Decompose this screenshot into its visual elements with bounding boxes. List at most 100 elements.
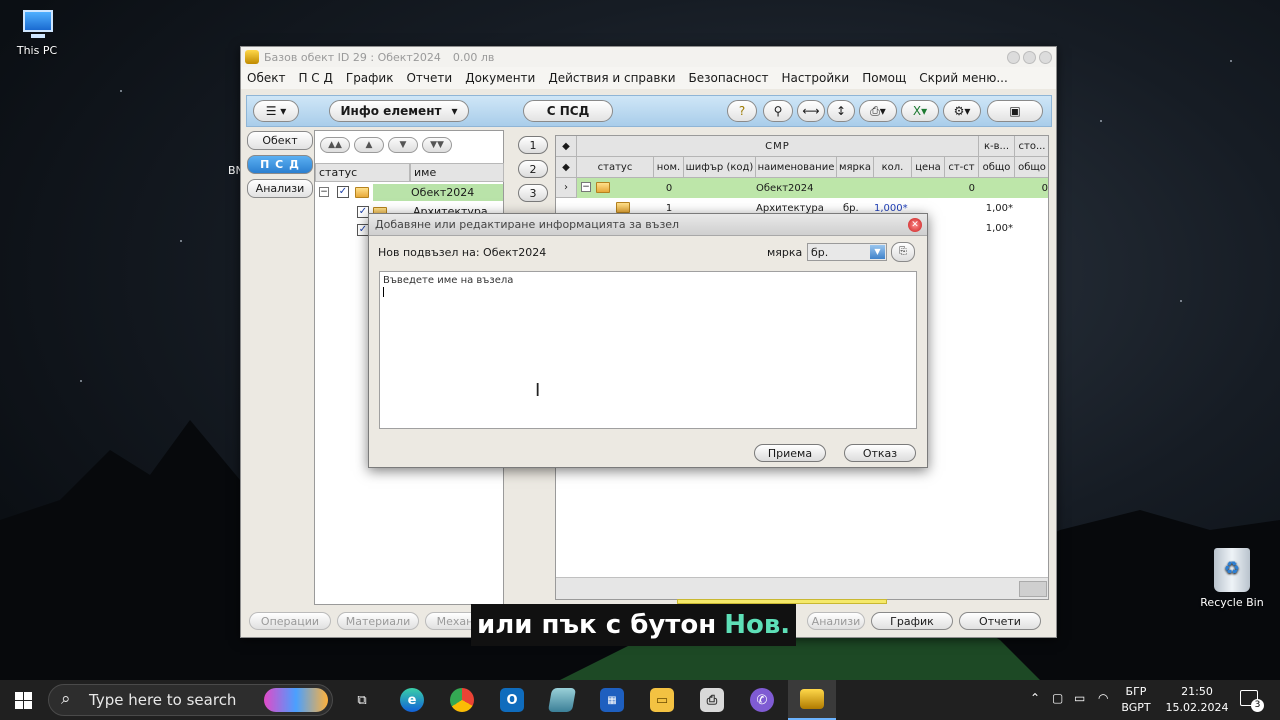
collapse-all-icon[interactable]: ▲▲ [320,137,350,153]
col-total-1[interactable]: общо [979,157,1015,178]
col-num[interactable]: ном. [654,157,684,178]
gear-icon[interactable]: ⚙▾ [943,100,981,122]
menu-hide[interactable]: Скрий меню... [919,71,1007,85]
psd-refresh-button[interactable]: С ПСД [523,100,613,122]
help-key-icon[interactable]: ? [727,100,757,122]
outlook-icon[interactable]: O [500,688,524,712]
tab-psd[interactable]: П С Д [247,155,313,174]
chevron-up-icon[interactable]: ⌃ [1030,691,1040,705]
tree-header-name[interactable]: име [410,163,504,182]
app-icon [245,50,259,64]
binoculars-icon[interactable]: ⚲ [763,100,793,122]
tab-object[interactable]: Обект [247,131,313,150]
close-button[interactable] [1039,50,1052,64]
excel-export-icon[interactable]: X▾ [901,100,939,122]
horizontal-scrollbar[interactable] [556,577,1048,599]
battery-icon[interactable]: ▭ [1074,691,1085,705]
save-icon[interactable]: ▣ [987,100,1043,122]
menu-psd[interactable]: П С Д [298,71,332,85]
tab-operations[interactable]: Операции [249,612,331,630]
minimize-button[interactable] [1007,50,1020,64]
level-3-button[interactable]: 3 [518,184,548,202]
desktop-icon-recycle-bin[interactable]: Recycle Bin [1197,548,1267,609]
vertical-resize-icon[interactable]: ↕ [827,100,855,122]
row-collapse-toggle[interactable]: − [581,182,591,192]
scrollbar-thumb[interactable] [1019,581,1047,597]
menu-schedule[interactable]: График [346,71,394,85]
hamburger-menu-button[interactable]: ☰ ▾ [253,100,299,122]
file-explorer-icon[interactable]: ▭ [650,688,674,712]
tree-collapse-toggle[interactable]: − [319,187,329,197]
windows-start-icon[interactable] [15,692,32,709]
window-titlebar[interactable]: Базов обект ID 29 : Обект2024 0.00 лв [241,47,1056,67]
printer-icon[interactable]: ⎙▾ [859,100,897,122]
edge-icon[interactable]: e [400,688,424,712]
move-down-icon[interactable]: ▼ [388,137,418,153]
menu-security[interactable]: Безопасност [689,71,769,85]
star [1230,60,1232,62]
level-1-button[interactable]: 1 [518,136,548,154]
menu-actions[interactable]: Действия и справки [548,71,675,85]
tab-materials[interactable]: Материали [337,612,419,630]
language-indicator[interactable]: БГР BGPT [1116,684,1156,716]
tree-checkbox[interactable]: ✓ [337,186,349,198]
wifi-icon[interactable]: ◠ [1098,691,1108,705]
maximize-button[interactable] [1023,50,1036,64]
col-name[interactable]: наименование [756,157,837,178]
copilot-icon[interactable] [264,688,328,712]
col-status[interactable]: статус [577,157,654,178]
menu-documents[interactable]: Документи [465,71,535,85]
col-total-2[interactable]: общо [1015,157,1048,178]
app-icon-blue[interactable] [547,688,577,712]
printer-app-icon[interactable]: ⎙ [700,688,724,712]
row-selector-icon[interactable]: › [556,178,577,198]
star [180,240,182,242]
window-title-amount: 0.00 лв [452,50,495,64]
menu-help[interactable]: Помощ [862,71,906,85]
tab-schedule[interactable]: График [871,612,953,630]
desktop-icon-this-pc[interactable]: This PC [2,10,72,57]
chevron-down-icon[interactable]: ▼ [870,245,885,259]
parent-node-label: Нов подвъзел на: Обект2024 [378,246,547,259]
unit-edit-icon[interactable]: ⎘ [891,242,915,262]
col-cost[interactable]: ст-ст [945,157,979,178]
col-price[interactable]: цена [912,157,945,178]
clock-time: 21:50 [1181,685,1213,698]
tree-header-status[interactable]: статус [315,163,410,182]
menu-object[interactable]: Обект [247,71,285,85]
info-element-button[interactable]: Инфо елемент ▾ [329,100,469,122]
accept-button[interactable]: Приема [754,444,826,462]
cancel-button[interactable]: Отказ [844,444,916,462]
cell-name: Обект2024 [756,182,814,194]
expand-all-icon[interactable]: ▼▼ [422,137,452,153]
construction-app-icon [800,689,824,709]
unit-select[interactable]: бр. ▼ [807,243,887,261]
notification-icon[interactable]: 3 [1240,690,1264,712]
menu-reports[interactable]: Отчети [406,71,452,85]
meet-now-icon[interactable]: ▢ [1052,691,1063,705]
move-up-icon[interactable]: ▲ [354,137,384,153]
chrome-icon[interactable] [450,688,474,712]
menu-settings[interactable]: Настройки [781,71,849,85]
col-unit[interactable]: мярка [837,157,874,178]
store-icon[interactable]: ▦ [600,688,624,712]
dialog-titlebar[interactable]: Добавяне или редактиране информацията за… [369,214,927,236]
node-name-textarea[interactable]: Въведете име на възела I [379,271,917,429]
col-code[interactable]: шифър (код) [684,157,756,178]
col-qty[interactable]: кол. [874,157,912,178]
active-app-highlight[interactable] [788,680,836,720]
dialog-close-icon[interactable]: ✕ [908,218,922,232]
horizontal-resize-icon[interactable]: ⟷ [797,100,825,122]
tab-bottom-analyses[interactable]: Анализи [807,612,865,630]
clock[interactable]: 21:50 15.02.2024 [1158,684,1236,716]
taskbar-search-box[interactable]: ⌕ Type here to search [48,684,333,716]
tab-analyses[interactable]: Анализи [247,179,313,198]
task-view-icon[interactable]: ⧉ [350,688,374,712]
folder-icon [616,202,630,213]
computer-icon [17,10,57,40]
language-bottom: BGPT [1121,701,1151,714]
viber-icon[interactable]: ✆ [750,688,774,712]
tab-reports[interactable]: Отчети [959,612,1041,630]
level-2-button[interactable]: 2 [518,160,548,178]
tree-row-object[interactable]: Обект2024 [373,184,503,201]
